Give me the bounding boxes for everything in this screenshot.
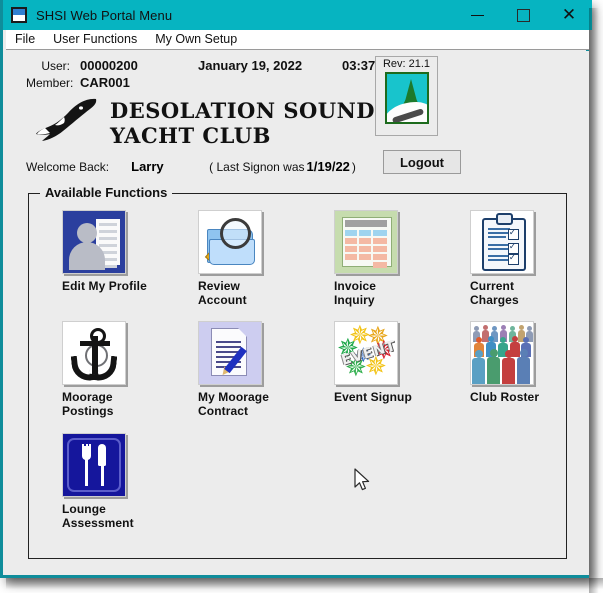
- knife-blade-shape: [98, 444, 106, 466]
- last-signon-date: 1/19/22: [306, 159, 350, 174]
- tile-club-roster[interactable]: Club Roster: [470, 321, 539, 405]
- check-mark-icon: ✓: [508, 242, 517, 252]
- tile-label: Club Roster: [470, 390, 540, 404]
- menu-file[interactable]: File: [6, 30, 44, 49]
- event-starburst-icon: ✵ ✵ ✵ ✵ ✵ ✵ ✵ EVENT: [334, 321, 398, 385]
- fork-stem-shape: [85, 458, 88, 486]
- anchor-fluke-right-shape: [88, 353, 118, 383]
- orca-whale-icon: [34, 97, 100, 148]
- tile-label: Moorage Postings: [62, 390, 114, 418]
- tile-current-charges[interactable]: ✓ ✓ ✓ Current Charges: [470, 210, 534, 307]
- tile-invoice-inquiry[interactable]: Invoice Inquiry: [334, 210, 398, 307]
- tile-event-signup[interactable]: ✵ ✵ ✵ ✵ ✵ ✵ ✵ EVENT Event Signup: [334, 321, 412, 405]
- welcome-label: Welcome Back:: [26, 160, 110, 174]
- folder-magnifier-icon: [198, 210, 262, 274]
- application-window: SHSI Web Portal Menu ✕ File User Functio…: [0, 0, 592, 578]
- profile-card-icon: [62, 210, 126, 274]
- spreadsheet-header-shape: [345, 220, 387, 227]
- clipboard-clip-shape: [496, 213, 513, 225]
- anchor-stock-shape: [80, 341, 110, 346]
- anchor-icon: [62, 321, 126, 385]
- menu-user-functions[interactable]: User Functions: [44, 30, 146, 49]
- crowd-people-icon: [470, 321, 534, 385]
- current-date: January 19, 2022: [198, 58, 303, 73]
- tile-my-moorage-contract[interactable]: My Moorage Contract: [198, 321, 269, 418]
- spreadsheet-sheet-shape: [342, 217, 392, 268]
- person-head-shape: [77, 223, 97, 243]
- revision-box: Rev: 21.1: [375, 56, 438, 136]
- window-title: SHSI Web Portal Menu: [36, 7, 173, 23]
- tile-moorage-postings[interactable]: Moorage Postings: [62, 321, 126, 418]
- tile-label: Invoice Inquiry: [334, 279, 377, 307]
- tile-edit-my-profile[interactable]: Edit My Profile: [62, 210, 147, 294]
- tile-label: Review Account: [198, 279, 247, 307]
- club-name-line2: YACHT CLUB: [110, 122, 271, 148]
- window-shadow-right: [589, 8, 603, 593]
- user-label: User:: [41, 59, 70, 73]
- maximize-button[interactable]: [500, 0, 546, 30]
- logout-button[interactable]: Logout: [383, 150, 461, 174]
- clipboard-checklist-icon: ✓ ✓ ✓: [470, 210, 534, 274]
- tile-label: My Moorage Contract: [198, 390, 270, 418]
- tile-label: Event Signup: [334, 390, 412, 404]
- tree-snow-logo-image: [384, 72, 429, 124]
- client-area: User: 00000200 January 19, 2022 03:37 PM…: [6, 51, 589, 575]
- spreadsheet-icon: [334, 210, 398, 274]
- title-bar: SHSI Web Portal Menu ✕: [3, 0, 592, 30]
- person-body-shape: [69, 242, 105, 270]
- fork-knife-icon: [62, 433, 126, 497]
- last-signon-suffix: ): [351, 160, 356, 174]
- club-name: DESOLATION SOUND YACHT CLUB: [110, 98, 375, 148]
- member-label: Member:: [26, 76, 74, 90]
- user-row: User: 00000200 January 19, 2022 03:37 PM: [26, 58, 398, 75]
- tile-label: Current Charges: [470, 279, 519, 307]
- last-signon-prefix: ( Last Signon was: [209, 160, 305, 174]
- session-info: User: 00000200 January 19, 2022 03:37 PM…: [26, 58, 398, 92]
- close-button[interactable]: ✕: [546, 0, 592, 30]
- welcome-row: Welcome Back: Larry ( Last Signon was 1/…: [26, 159, 356, 174]
- tile-review-account[interactable]: Review Account: [198, 210, 262, 307]
- clipboard-board-shape: ✓ ✓ ✓: [482, 218, 526, 271]
- member-row: Member: CAR001: [26, 75, 398, 92]
- check-mark-icon: ✓: [508, 228, 517, 238]
- club-logo: DESOLATION SOUND YACHT CLUB: [34, 97, 375, 148]
- available-functions-legend: Available Functions: [40, 185, 173, 200]
- knife-stem-shape: [100, 464, 104, 486]
- revision-label: Rev: 21.1: [382, 58, 431, 70]
- check-mark-icon: ✓: [508, 253, 517, 263]
- menu-bar: File User Functions My Own Setup: [6, 30, 589, 50]
- tile-lounge-assessment[interactable]: Lounge Assessment: [62, 433, 134, 530]
- close-icon: ✕: [561, 4, 577, 25]
- window-icon: [11, 7, 27, 23]
- welcome-name: Larry: [131, 159, 164, 174]
- member-value: CAR001: [80, 75, 130, 90]
- window-shadow-bottom: [6, 578, 603, 593]
- document-pen-icon: [198, 321, 262, 385]
- club-name-line1: DESOLATION SOUND: [110, 97, 376, 123]
- magnifier-lens-shape: [220, 218, 251, 249]
- tile-label: Lounge Assessment: [62, 502, 134, 530]
- minimize-button[interactable]: [454, 0, 500, 30]
- tile-label: Edit My Profile: [62, 279, 147, 293]
- menu-my-own-setup[interactable]: My Own Setup: [146, 30, 246, 49]
- maximize-icon: [516, 8, 530, 22]
- rounded-frame-shape: [67, 438, 121, 492]
- user-value: 00000200: [80, 58, 138, 73]
- document-corner-fold: [238, 328, 247, 337]
- minimize-icon: [470, 14, 484, 16]
